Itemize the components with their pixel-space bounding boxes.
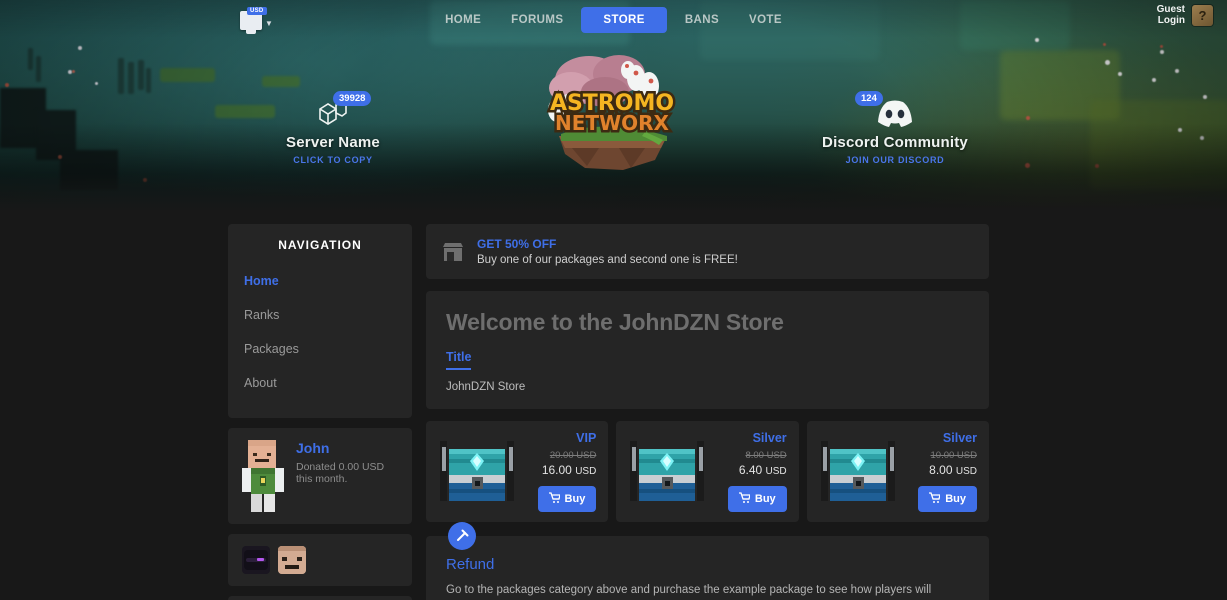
user-info: John Donated 0.00 USD this month. bbox=[296, 440, 398, 485]
server-copy-hint: CLICK TO COPY bbox=[293, 155, 373, 165]
cart-icon bbox=[738, 492, 751, 506]
main-content: GET 50% OFF Buy one of our packages and … bbox=[426, 224, 989, 600]
package-info: VIP 20.00 USD 16.00 USD Buy bbox=[526, 431, 597, 512]
sidebar-item-home[interactable]: Home bbox=[228, 264, 412, 298]
server-player-count: 39928 bbox=[333, 91, 372, 106]
package-price-currency: USD bbox=[575, 466, 597, 477]
package-name: VIP bbox=[576, 431, 597, 445]
promo-title: GET 50% OFF bbox=[477, 237, 557, 251]
nav-item-forums[interactable]: FORUMS bbox=[499, 6, 575, 34]
user-name: John bbox=[296, 440, 330, 456]
buy-label: Buy bbox=[754, 493, 776, 505]
guest-login-label: Guest Login bbox=[1157, 4, 1185, 26]
server-name-widget[interactable]: 39928 Server Name CLICK TO COPY bbox=[263, 91, 403, 165]
buy-button[interactable]: Buy bbox=[727, 486, 787, 512]
goal-progress-card: 0% bbox=[228, 596, 412, 600]
cart-icon bbox=[548, 492, 561, 506]
steve-icon[interactable] bbox=[278, 546, 306, 574]
hero-banner: USD ▼ HOME FORUMS STORE BANS VOTE Guest … bbox=[0, 0, 1227, 212]
nav-item-vote[interactable]: VOTE bbox=[737, 6, 794, 34]
guest-login-button[interactable]: Guest Login ? bbox=[1157, 4, 1213, 26]
sidebar-item-about[interactable]: About bbox=[228, 366, 412, 400]
buy-button[interactable]: Buy bbox=[537, 486, 597, 512]
welcome-body: JohnDZN Store bbox=[446, 381, 526, 393]
info-block-refund: Refund Go to the packages category above… bbox=[426, 522, 989, 600]
main-nav: HOME FORUMS STORE BANS VOTE bbox=[0, 6, 1227, 34]
discord-icon: 124 bbox=[815, 91, 975, 129]
promo-banner[interactable]: GET 50% OFF Buy one of our packages and … bbox=[426, 224, 989, 279]
buy-label: Buy bbox=[945, 493, 966, 505]
guest-line2: Login bbox=[1157, 15, 1185, 26]
package-list: VIP 20.00 USD 16.00 USD Buy Silver 8.00 … bbox=[426, 421, 989, 522]
chest-icon bbox=[819, 437, 897, 507]
chest-icon bbox=[628, 437, 706, 507]
discord-widget[interactable]: 124 Discord Community JOIN OUR DISCORD bbox=[815, 91, 975, 165]
enderman-icon[interactable] bbox=[242, 546, 270, 574]
package-old-price: 20.00 USD bbox=[549, 450, 597, 461]
nav-item-home[interactable]: HOME bbox=[433, 6, 493, 34]
welcome-card: Welcome to the JohnDZN Store Title JohnD… bbox=[426, 291, 989, 409]
user-profile-card: John Donated 0.00 USD this month. bbox=[228, 428, 412, 524]
package-price-amount: 6.40 bbox=[738, 463, 763, 477]
page-title: Welcome to the JohnDZN Store bbox=[446, 309, 784, 335]
package-price-amount: 16.00 bbox=[541, 463, 572, 477]
navigation-card: NAVIGATION Home Ranks Packages About bbox=[228, 224, 412, 418]
site-logo[interactable]: ASTROMO ASTROMO NETWORX NETWORX ASTROMO … bbox=[527, 48, 697, 178]
package-info: Silver 10.00 USD 8.00 USD Buy bbox=[907, 431, 977, 512]
user-donation-text: Donated 0.00 USD this month. bbox=[296, 461, 385, 485]
package-old-price: 10.00 USD bbox=[930, 450, 977, 461]
player-skin-avatar bbox=[242, 440, 284, 512]
package-price: 6.40 USD bbox=[716, 463, 787, 477]
package-price-amount: 8.00 bbox=[929, 463, 953, 477]
store-icon bbox=[442, 242, 464, 262]
discord-join-hint: JOIN OUR DISCORD bbox=[845, 155, 945, 165]
info-body: Go to the packages category above and pu… bbox=[446, 584, 932, 596]
avatar: ? bbox=[1192, 4, 1213, 26]
server-name-title: Server Name bbox=[286, 134, 380, 151]
navigation-heading: NAVIGATION bbox=[278, 238, 362, 252]
nav-item-bans[interactable]: BANS bbox=[673, 6, 731, 34]
package-card[interactable]: Silver 8.00 USD 6.40 USD Buy bbox=[616, 421, 799, 522]
package-card[interactable]: VIP 20.00 USD 16.00 USD Buy bbox=[426, 421, 609, 522]
package-price-currency: USD bbox=[955, 466, 977, 477]
buy-label: Buy bbox=[564, 493, 586, 505]
info-title: Refund bbox=[446, 556, 495, 573]
discord-member-count: 124 bbox=[855, 91, 883, 106]
package-card[interactable]: Silver 10.00 USD 8.00 USD Buy bbox=[806, 421, 989, 522]
sidebar: NAVIGATION Home Ranks Packages About Joh… bbox=[228, 224, 412, 600]
welcome-section-label: Title bbox=[446, 350, 472, 370]
top-navigation-bar: USD ▼ HOME FORUMS STORE BANS VOTE Guest … bbox=[0, 0, 1227, 40]
promo-text: GET 50% OFF Buy one of our packages and … bbox=[477, 237, 738, 266]
package-name: Silver bbox=[752, 431, 787, 445]
package-price-currency: USD bbox=[765, 466, 787, 477]
promo-subtitle: Buy one of our packages and second one i… bbox=[477, 254, 738, 266]
sidebar-item-packages[interactable]: Packages bbox=[228, 332, 412, 366]
package-price: 16.00 USD bbox=[526, 463, 597, 477]
package-info: Silver 8.00 USD 6.40 USD Buy bbox=[716, 431, 787, 512]
server-icon: 39928 bbox=[263, 91, 403, 129]
package-price: 8.00 USD bbox=[907, 463, 977, 477]
recent-donors-card bbox=[228, 534, 412, 586]
discord-title: Discord Community bbox=[822, 134, 968, 151]
package-old-price: 8.00 USD bbox=[745, 450, 787, 461]
nav-item-store[interactable]: STORE bbox=[581, 7, 667, 33]
svg-text:NETWORX: NETWORX bbox=[555, 111, 670, 135]
package-name: Silver bbox=[942, 431, 977, 445]
chest-icon bbox=[438, 437, 516, 507]
gavel-icon bbox=[448, 522, 476, 550]
cart-icon bbox=[929, 492, 942, 506]
sidebar-item-ranks[interactable]: Ranks bbox=[228, 298, 412, 332]
guest-line1: Guest bbox=[1156, 4, 1185, 15]
buy-button[interactable]: Buy bbox=[918, 486, 977, 512]
page-body: NAVIGATION Home Ranks Packages About Joh… bbox=[0, 224, 1227, 600]
